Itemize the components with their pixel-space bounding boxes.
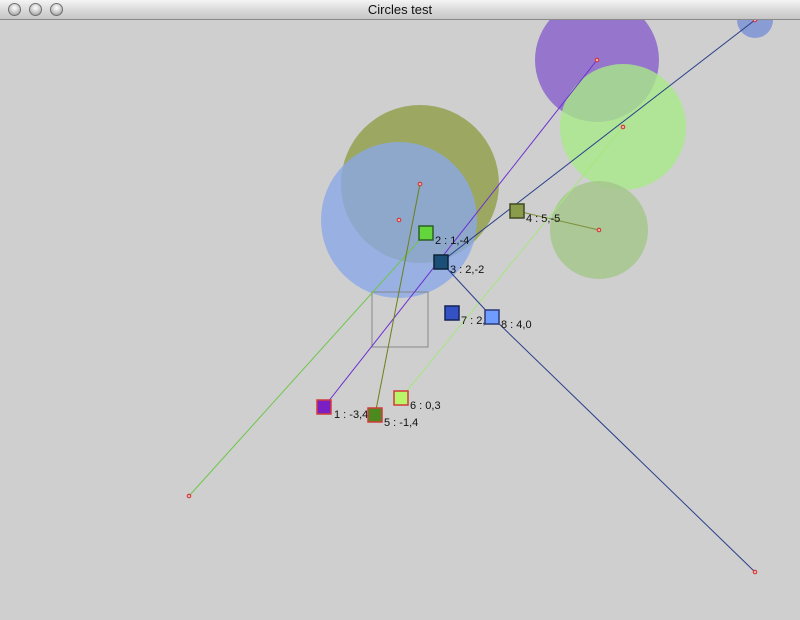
endpoint-dot (752, 569, 758, 575)
circles-canvas[interactable]: 1 : -3,4 2 : 1,-4 3 : 2,-2 4 : 5,-5 5 : … (0, 20, 800, 620)
app-window: Circles test 1: -3,4 2: 1,-4 3: 2,-2 … (0, 0, 800, 620)
node-4-label: 4 : 5,-5 (526, 213, 560, 225)
endpoint-dot (620, 124, 626, 130)
node-6-label: 6 : 0,3 (410, 400, 441, 412)
node-4[interactable]: 4 : 5,-5 (509, 203, 560, 225)
node-8[interactable]: 8 : 4,0 (484, 309, 532, 331)
window-title: Circles test (367, 2, 433, 17)
endpoint-dot (417, 181, 423, 187)
endpoint-dot (186, 493, 192, 499)
endpoint-dot (596, 227, 602, 233)
node-3-label: 3 : 2,-2 (450, 264, 484, 276)
node-3-square[interactable] (433, 254, 449, 270)
endpoint-dot (396, 217, 402, 223)
line-node2 (188, 232, 427, 497)
node-5-label: 5 : -1,4 (384, 417, 418, 429)
title-bar[interactable]: Circles test (0, 0, 800, 20)
selection-rectangle[interactable] (371, 291, 429, 348)
node-7-square[interactable] (444, 305, 460, 321)
node-1-square[interactable] (316, 399, 332, 415)
line-node8 (491, 316, 756, 573)
circle-small-blue (737, 20, 773, 38)
node-6-square[interactable] (393, 390, 409, 406)
node-2-square[interactable] (418, 225, 434, 241)
node-1[interactable]: 1 : -3,4 (316, 399, 368, 421)
node-8-square[interactable] (484, 309, 500, 325)
node-5-square[interactable] (367, 407, 383, 423)
endpoint-dot (752, 20, 758, 23)
node-2-label: 2 : 1,-4 (435, 235, 469, 247)
endpoint-dot (594, 57, 600, 63)
node-8-label: 8 : 4,0 (501, 319, 532, 331)
node-4-square[interactable] (509, 203, 525, 219)
node-1-label: 1 : -3,4 (334, 409, 368, 421)
node-6[interactable]: 6 : 0,3 (393, 390, 441, 412)
